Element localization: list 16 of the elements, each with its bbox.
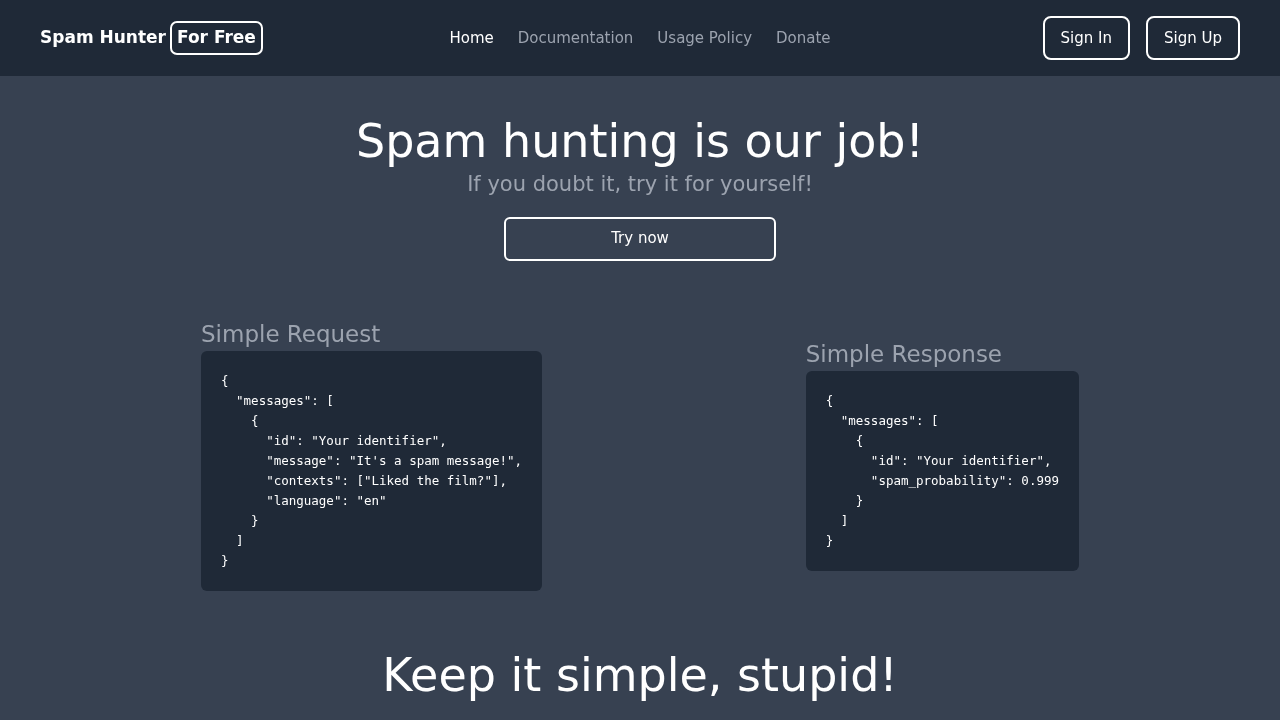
- code-block: { "messages": [ { "id": "Your identifier", "message": "It's a spam message!", "contexts": ["Liked the film?"], "language": "en" } ] }: [201, 351, 543, 592]
- brand-name[interactable]: Spam Hunter: [40, 25, 166, 51]
- code-block: { "messages": [ { "id": "Your identifier", "spam_probability": 0.999 } ] }: [805, 371, 1079, 572]
- nav-link[interactable]: Documentation: [517, 26, 634, 50]
- auth-button[interactable]: Sign In: [1042, 15, 1130, 61]
- nav-link[interactable]: Home: [449, 26, 494, 50]
- nav-link[interactable]: Donate: [776, 26, 831, 50]
- brand-badge: For Free: [170, 21, 263, 55]
- hero-subtitle: If you doubt it, try it for yourself!: [466, 171, 814, 199]
- example-title: Simple Response: [805, 339, 1003, 369]
- example-title: Simple Request: [201, 319, 382, 349]
- section-title: Keep it simple, stupid!: [381, 647, 899, 705]
- auth-button[interactable]: Sign Up: [1146, 15, 1240, 61]
- nav-link[interactable]: Usage Policy: [657, 26, 752, 50]
- try-now-button[interactable]: Try now: [504, 216, 776, 261]
- hero-title: Spam hunting is our job!: [354, 114, 925, 170]
